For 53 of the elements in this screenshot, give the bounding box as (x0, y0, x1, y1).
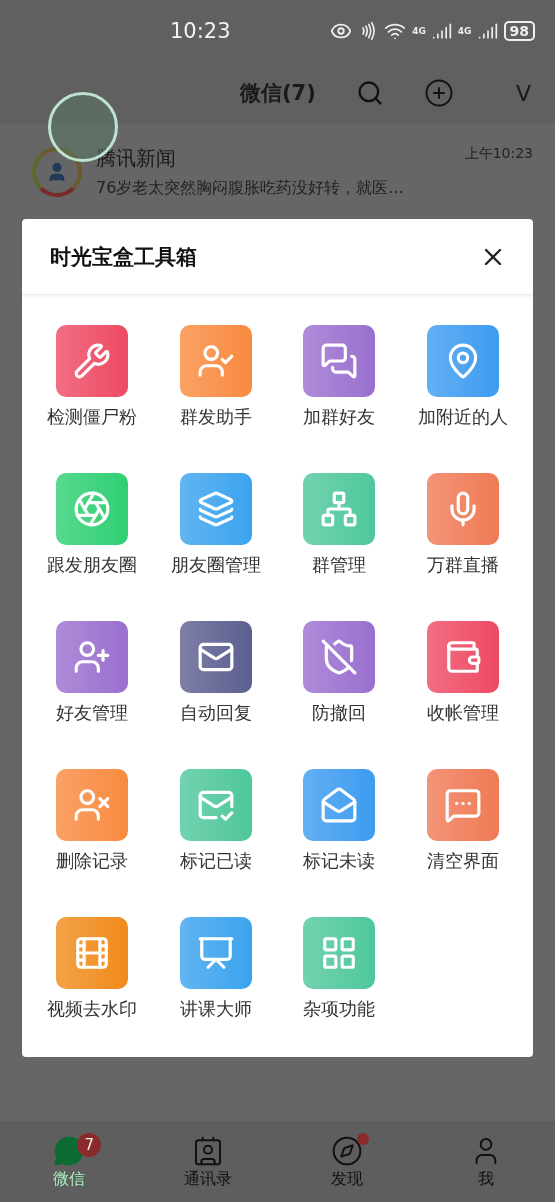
tool-label: 自动回复 (179, 702, 252, 725)
tool-label: 标记未读 (303, 850, 376, 873)
network-type-label: 4G (457, 26, 472, 36)
tool-item[interactable]: 杂项功能 (277, 917, 402, 1035)
tool-item[interactable]: 群管理 (277, 473, 402, 591)
tool-item[interactable]: 群发助手 (153, 325, 278, 443)
search-icon[interactable] (355, 79, 384, 107)
tool-label: 万群直播 (427, 554, 500, 577)
unread-badge: 7 (77, 1133, 102, 1157)
network-type-label: 4G (412, 26, 426, 36)
tool-item[interactable]: 标记未读 (277, 769, 402, 887)
tool-label: 好友管理 (55, 702, 128, 725)
tool-label: 讲课大师 (179, 998, 252, 1021)
tool-item[interactable]: 防撤回 (277, 621, 402, 739)
status-time: 10:23 (170, 19, 231, 43)
tool-label: 收帐管理 (427, 702, 500, 725)
tool-label: 删除记录 (55, 850, 128, 873)
tool-item[interactable]: 标记已读 (153, 769, 278, 887)
tool-item[interactable]: 视频去水印 (30, 917, 154, 1035)
tool-label: 检测僵尸粉 (46, 406, 137, 429)
tool-item[interactable]: 收帐管理 (401, 621, 525, 739)
tool-item[interactable]: 检测僵尸粉 (30, 325, 154, 443)
tool-label: 标记已读 (179, 850, 252, 873)
tool-item[interactable]: 万群直播 (401, 473, 525, 591)
tool-label: 视频去水印 (46, 998, 137, 1021)
tool-item[interactable]: 自动回复 (153, 621, 278, 739)
compass-icon (330, 1135, 363, 1167)
tool-label: 朋友圈管理 (170, 554, 261, 577)
chat-avatar (32, 146, 82, 197)
add-icon[interactable] (423, 78, 454, 108)
tool-label: 群发助手 (179, 406, 252, 429)
tool-item[interactable]: 删除记录 (30, 769, 154, 887)
tool-label: 杂项功能 (303, 998, 376, 1021)
tool-item[interactable]: 跟发朋友圈 (30, 473, 154, 591)
tool-label: 清空界面 (427, 850, 500, 873)
dialog-title: 时光宝盒工具箱 (50, 243, 197, 271)
tool-label: 群管理 (312, 554, 367, 577)
chat-preview: 76岁老太突然胸闷腹胀吃药没好转，就医... (96, 177, 405, 199)
tool-label: 加群好友 (303, 406, 376, 429)
signal-icon (477, 21, 498, 41)
signal-icon (431, 21, 452, 41)
tool-item[interactable]: 清空界面 (401, 769, 525, 887)
tool-item[interactable]: 好友管理 (30, 621, 154, 739)
nav-tab[interactable]: 微信 7 (0, 1123, 139, 1202)
tool-item[interactable]: 朋友圈管理 (153, 473, 278, 591)
tool-item[interactable]: 讲课大师 (153, 917, 278, 1035)
battery-level: 98 (503, 21, 535, 41)
tool-label: 跟发朋友圈 (46, 554, 137, 577)
tool-label: 防撤回 (312, 702, 367, 725)
app-title: 微信(7) (240, 80, 316, 107)
tool-label: 加附近的人 (418, 406, 509, 429)
tool-item[interactable]: 加附近的人 (401, 325, 525, 443)
tool-item[interactable]: 加群好友 (277, 325, 402, 443)
